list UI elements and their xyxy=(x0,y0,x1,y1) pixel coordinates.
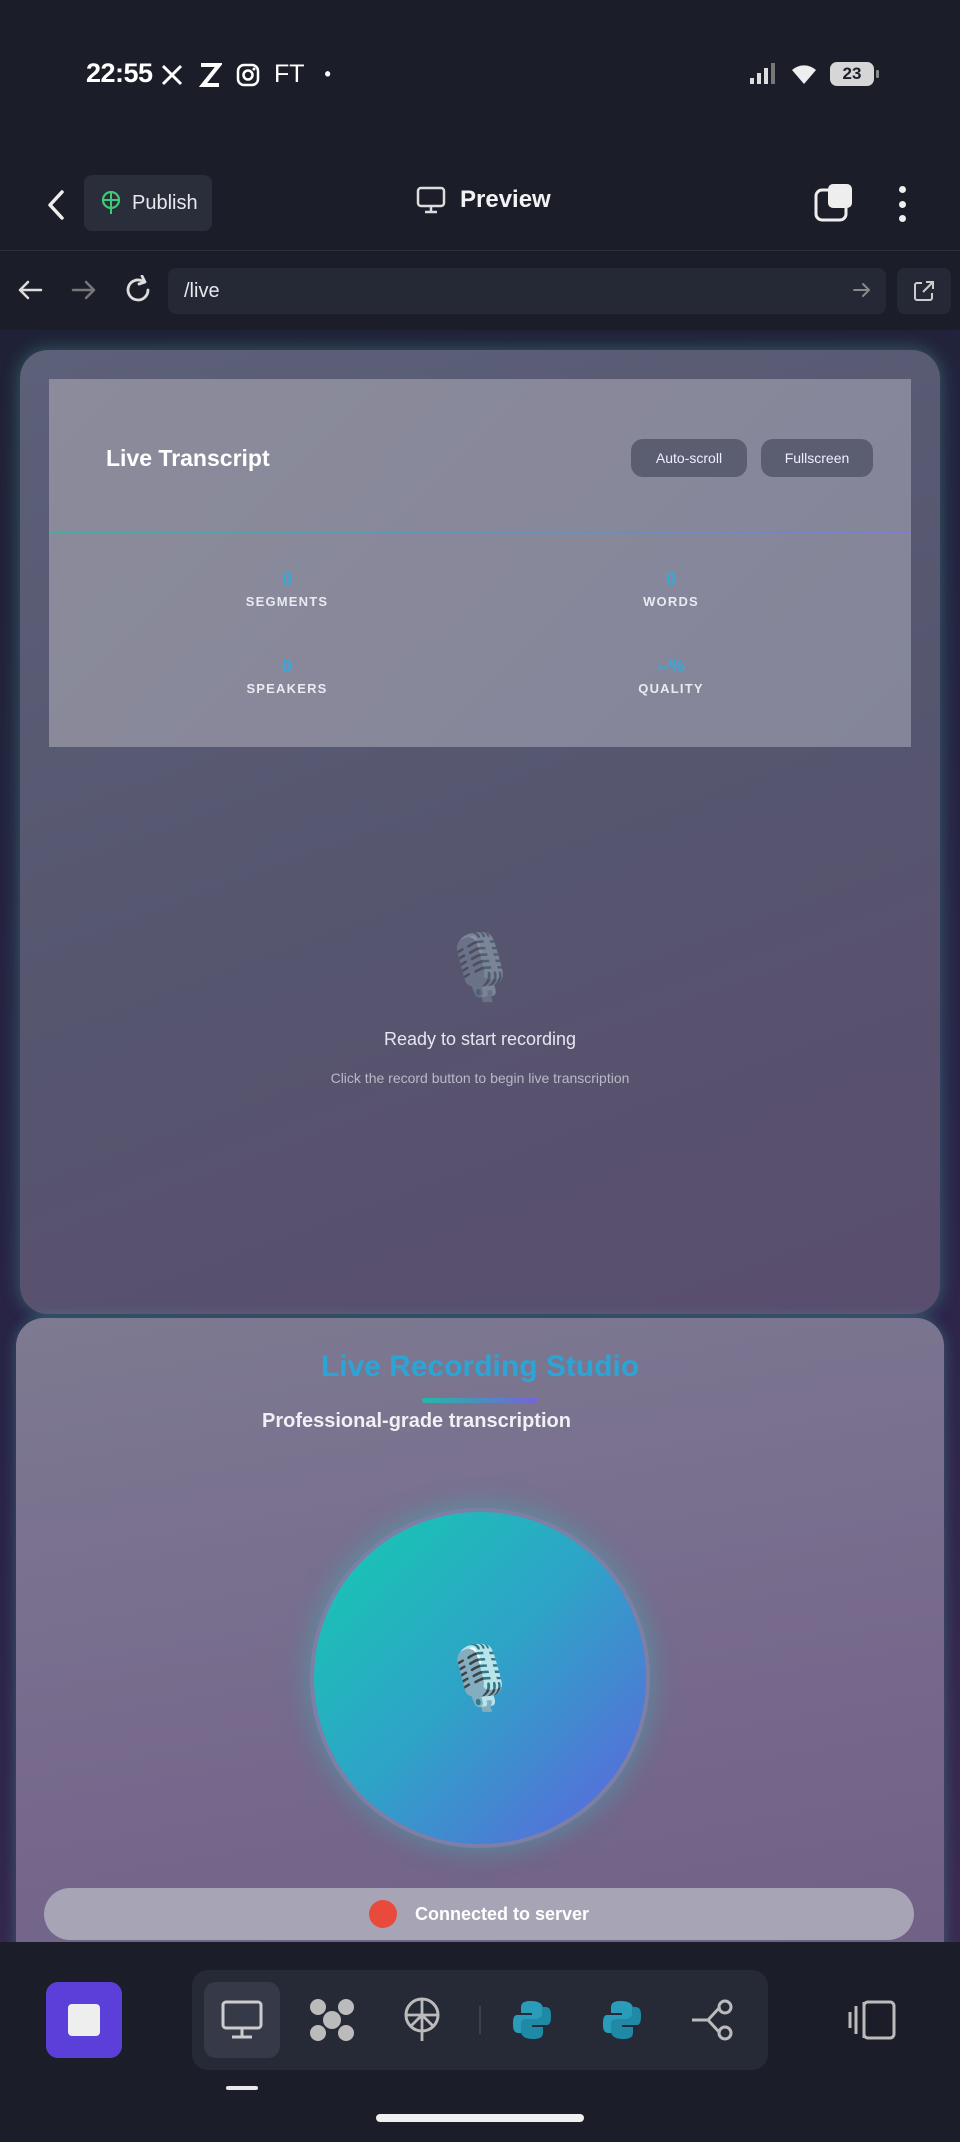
active-tool-indicator xyxy=(226,2086,258,2090)
chevron-left-icon xyxy=(48,190,64,220)
tabs-button[interactable] xyxy=(812,182,856,226)
stat-quality: --% QUALITY xyxy=(581,656,761,696)
status-app-icons: FT • xyxy=(160,60,331,89)
status-indicators: 23 xyxy=(748,62,879,86)
transcript-panel: Live Transcript Auto-scroll Fullscreen 0… xyxy=(20,350,940,1314)
deploy-icon xyxy=(404,1997,440,2041)
url-input[interactable]: /live xyxy=(168,268,886,314)
battery-icon: 23 xyxy=(830,62,879,86)
signal-icon xyxy=(750,63,775,84)
microphone-icon: 🎙️ xyxy=(441,1643,519,1713)
header-accent-line xyxy=(49,531,911,533)
branch-icon xyxy=(692,1999,733,2041)
status-bar: 22:55 FT • 23 xyxy=(0,0,960,150)
stat-segments: 0 SEGMENTS xyxy=(197,569,377,609)
status-dot-icon xyxy=(368,1900,397,1928)
python-icon xyxy=(513,2001,551,2039)
wifi-icon xyxy=(792,65,816,84)
stat-label: SPEAKERS xyxy=(246,681,328,696)
reload-icon xyxy=(126,275,150,302)
stat-words: 0 WORDS xyxy=(581,569,761,609)
header-divider xyxy=(0,250,960,251)
tool-git[interactable] xyxy=(674,1982,750,2058)
stat-value: --% xyxy=(657,656,685,676)
tabs-icon xyxy=(814,184,852,222)
agents-icon xyxy=(310,1999,354,2041)
empty-state-title: Ready to start recording xyxy=(383,1029,577,1049)
publish-button[interactable]: Publish xyxy=(84,175,212,231)
stat-label: QUALITY xyxy=(638,681,704,696)
fullscreen-button[interactable]: Fullscreen xyxy=(761,439,873,477)
stat-value: 0 xyxy=(281,656,292,676)
stat-label: WORDS xyxy=(643,594,699,609)
stat-value: 0 xyxy=(665,569,676,589)
open-external-button[interactable] xyxy=(897,268,951,314)
transcript-title: Live Transcript xyxy=(106,445,270,471)
z-app-icon xyxy=(198,62,222,87)
tool-group xyxy=(192,1970,768,2070)
url-text: /live xyxy=(184,279,220,302)
preview-title[interactable]: Preview xyxy=(416,186,551,214)
transcript-header: Live Transcript Auto-scroll Fullscreen 0… xyxy=(49,379,911,747)
studio-subtitle: Professional-grade transcription xyxy=(262,1410,571,1432)
empty-state-hint: Click the record button to begin live tr… xyxy=(330,1070,630,1086)
web-viewport: Live Transcript Auto-scroll Fullscreen 0… xyxy=(0,330,960,1942)
monitor-icon xyxy=(416,186,446,214)
notification-dot-icon: • xyxy=(324,64,331,84)
back-button[interactable] xyxy=(36,182,76,228)
preview-label: Preview xyxy=(460,186,551,213)
publish-icon xyxy=(101,191,121,214)
app-header: Publish Preview xyxy=(0,160,960,252)
microphone-icon: 🎙️ xyxy=(440,931,520,1003)
tool-separator xyxy=(479,2006,481,2034)
bottom-toolbar xyxy=(0,1942,960,2142)
instagram-icon xyxy=(236,63,260,86)
tool-python-1[interactable] xyxy=(494,1982,570,2058)
publish-label: Publish xyxy=(132,191,198,214)
more-options-button[interactable] xyxy=(884,182,920,226)
stat-speakers: 0 SPEAKERS xyxy=(197,656,377,696)
panel-toggle-icon xyxy=(848,2000,896,2040)
go-arrow-icon[interactable] xyxy=(852,280,872,300)
arrow-left-icon xyxy=(18,280,43,300)
connection-status-bar: Connected to server xyxy=(44,1888,914,1940)
dot xyxy=(898,186,906,193)
x-icon xyxy=(161,64,183,85)
reload-button[interactable] xyxy=(122,274,154,306)
tool-agents[interactable] xyxy=(294,1982,370,2058)
home-indicator[interactable] xyxy=(376,2114,584,2122)
stat-label: SEGMENTS xyxy=(245,594,329,609)
browser-back-button[interactable] xyxy=(14,274,46,306)
recording-studio-panel: Live Recording Studio Professional-grade… xyxy=(16,1318,944,1942)
stat-value: 0 xyxy=(281,569,292,589)
dot xyxy=(898,215,906,222)
browser-nav-bar: /live xyxy=(0,262,960,318)
studio-title-underline xyxy=(422,1398,538,1403)
stop-icon xyxy=(68,2004,100,2036)
monitor-icon xyxy=(221,2000,263,2039)
panel-toggle-button[interactable] xyxy=(848,1998,898,2042)
studio-title: Live Recording Studio xyxy=(320,1350,640,1383)
arrow-right-icon xyxy=(71,280,96,300)
status-time: 22:55 xyxy=(86,58,153,88)
ft-icon: FT xyxy=(274,60,305,88)
external-link-icon xyxy=(914,281,934,301)
connection-status-text: Connected to server xyxy=(414,1903,590,1924)
dot xyxy=(898,200,906,208)
stop-button[interactable] xyxy=(46,1982,122,2058)
record-button[interactable]: 🎙️ xyxy=(310,1508,650,1848)
browser-forward-button[interactable] xyxy=(68,274,100,306)
tool-preview[interactable] xyxy=(204,1982,280,2058)
tool-python-2[interactable] xyxy=(584,1982,660,2058)
transcript-empty-state: 🎙️ Ready to start recording Click the re… xyxy=(20,930,940,1086)
python-icon xyxy=(603,2001,641,2039)
autoscroll-button[interactable]: Auto-scroll xyxy=(631,439,747,477)
tool-deploy[interactable] xyxy=(384,1982,460,2058)
